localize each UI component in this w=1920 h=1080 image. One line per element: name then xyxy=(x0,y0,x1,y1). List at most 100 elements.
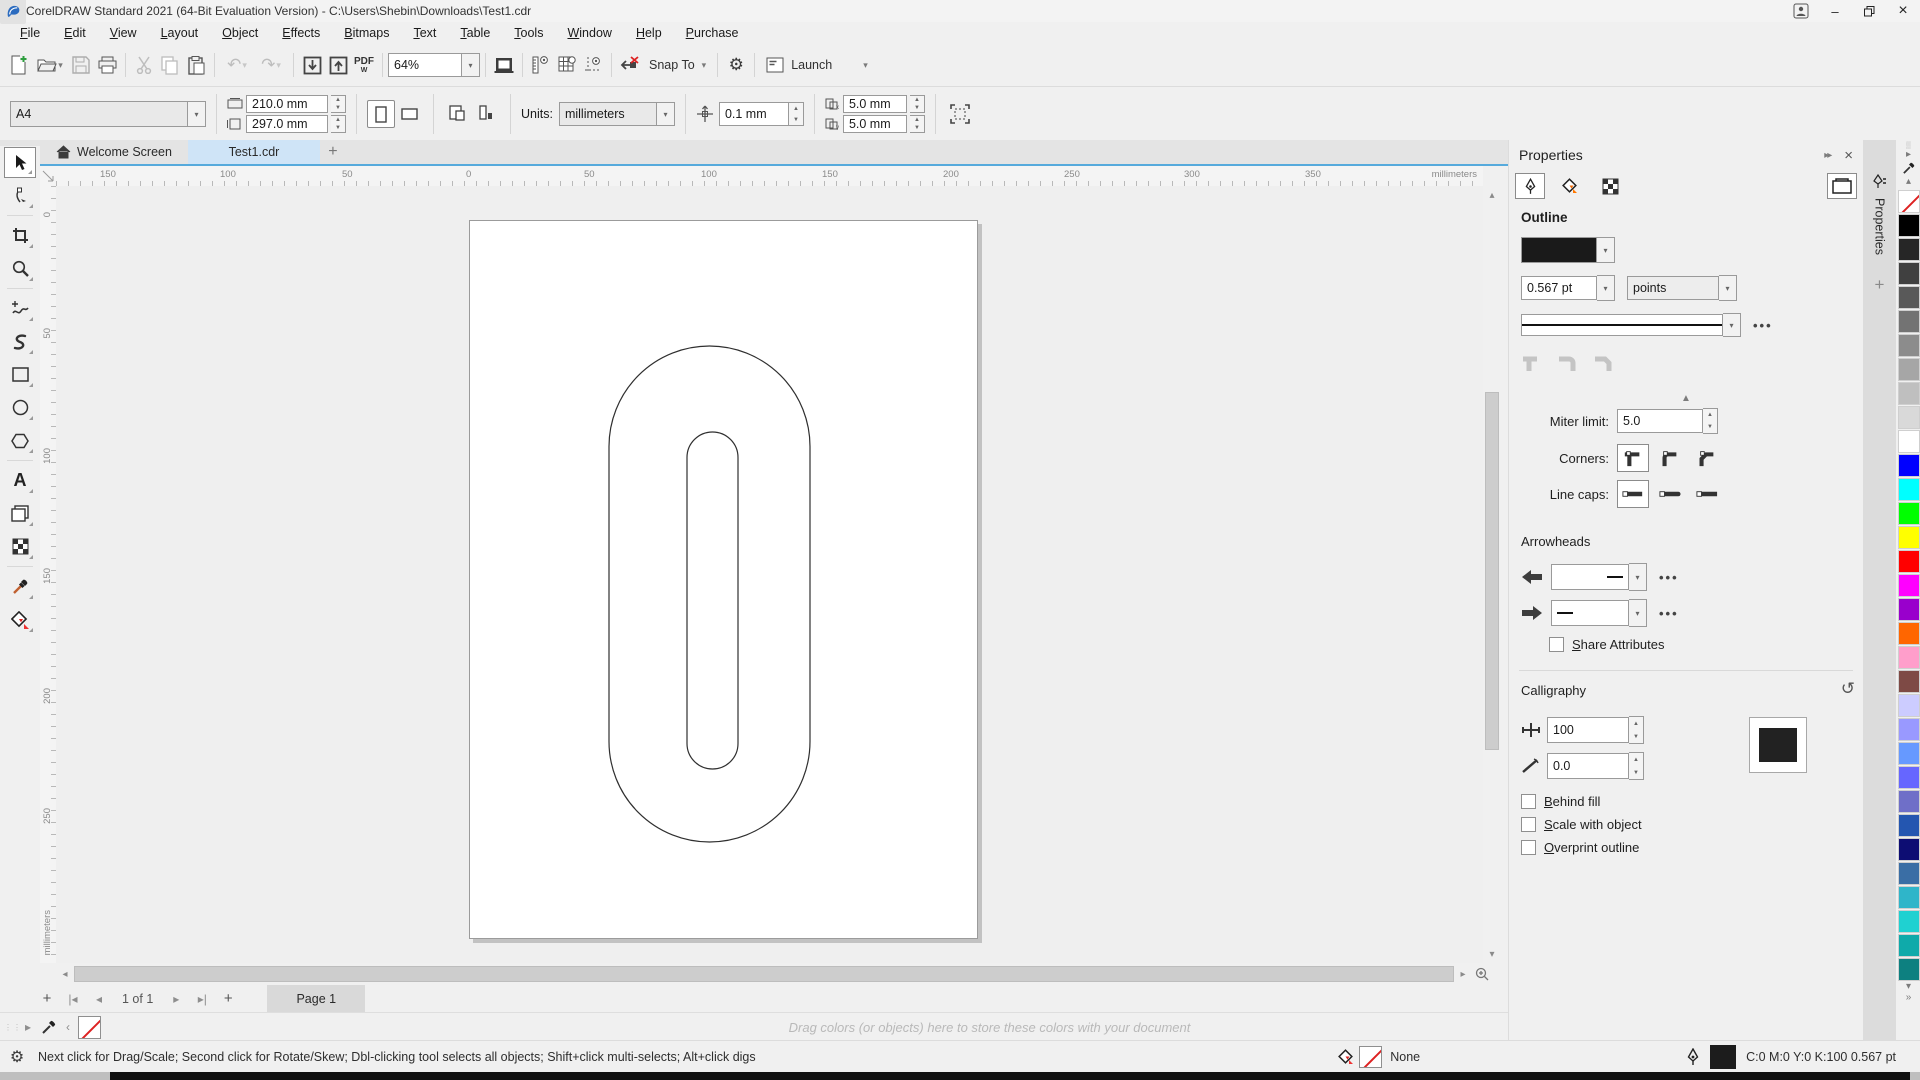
snap-off-icon[interactable] xyxy=(617,52,643,78)
bevel-corner-button[interactable] xyxy=(1691,444,1723,472)
menu-edit[interactable]: Edit xyxy=(52,24,98,42)
page-height-field[interactable]: 297.0 mm xyxy=(246,115,328,133)
minimize-button[interactable]: – xyxy=(1818,0,1852,22)
menu-view[interactable]: View xyxy=(98,24,149,42)
palette-scroll-left-icon[interactable]: ‹ xyxy=(60,1015,76,1039)
ruler-origin-box[interactable] xyxy=(40,166,56,186)
new-document-tab-button[interactable]: + xyxy=(320,140,346,164)
portrait-button[interactable] xyxy=(367,100,395,128)
share-attributes-checkbox[interactable] xyxy=(1549,637,1564,652)
duplicate-y-spinner[interactable]: ▲ ▼ xyxy=(909,115,925,133)
save-button[interactable] xyxy=(68,52,94,78)
palette-swatch[interactable] xyxy=(1897,214,1920,237)
zoom-level-combo[interactable]: 64% ▾ xyxy=(388,53,480,77)
transparency-tool-icon[interactable] xyxy=(4,531,36,562)
menu-help[interactable]: Help xyxy=(624,24,674,42)
fullscreen-preview-button[interactable] xyxy=(491,52,517,78)
duplicate-x-spinner[interactable]: ▲ ▼ xyxy=(909,95,925,113)
palette-swatch[interactable] xyxy=(1897,910,1920,933)
palette-swatch[interactable] xyxy=(1897,430,1920,453)
end-arrowhead-settings-icon[interactable]: ••• xyxy=(1659,606,1679,621)
rectangle-tool-icon[interactable] xyxy=(4,359,36,390)
palette-swatch[interactable] xyxy=(1897,310,1920,333)
miter-corner-button[interactable] xyxy=(1617,444,1649,472)
outline-pen-icon[interactable] xyxy=(1680,1044,1706,1070)
palette-swatch[interactable] xyxy=(1897,934,1920,957)
palette-swatch[interactable] xyxy=(1897,598,1920,621)
palette-swatch[interactable] xyxy=(1897,886,1920,909)
pick-tool-icon[interactable] xyxy=(4,147,36,178)
horizontal-ruler[interactable]: 150 100 50 0 50 100 150 200 250 300 350 … xyxy=(56,166,1483,186)
palette-swatch[interactable] xyxy=(1897,622,1920,645)
palette-swatch[interactable] xyxy=(1897,694,1920,717)
import-button[interactable] xyxy=(299,52,325,78)
export-button[interactable] xyxy=(325,52,351,78)
color-eyedropper-tool-icon[interactable] xyxy=(4,571,36,602)
stretch-field[interactable]: 100 ▲ ▼ xyxy=(1547,716,1644,744)
palette-swatch[interactable] xyxy=(1897,502,1920,525)
units-combo[interactable]: millimeters ▾ xyxy=(558,102,675,126)
next-page-icon[interactable]: ▸ xyxy=(163,987,189,1011)
launch-dropdown[interactable]: Launch ▾ xyxy=(760,57,874,73)
palette-expand-icon[interactable]: » xyxy=(1906,992,1912,1003)
miter-limit-field[interactable]: 5.0 ▲ ▼ xyxy=(1617,408,1718,434)
page-1-tab[interactable]: Page 1 xyxy=(267,985,366,1012)
restore-button[interactable] xyxy=(1852,0,1886,22)
menu-text[interactable]: Text xyxy=(401,24,448,42)
palette-swatch[interactable] xyxy=(1897,358,1920,381)
start-arrowhead-combo[interactable]: ▾ xyxy=(1551,563,1647,591)
last-page-icon[interactable]: ▸| xyxy=(189,987,215,1011)
palette-scroll-down-icon[interactable]: ▾ xyxy=(1906,981,1911,992)
round-corner-button[interactable] xyxy=(1654,444,1686,472)
show-guidelines-button[interactable] xyxy=(580,52,606,78)
fill-indicator-icon[interactable] xyxy=(1333,1044,1359,1070)
scale-with-object-checkbox[interactable] xyxy=(1521,817,1536,832)
docker-properties-tab[interactable]: Properties xyxy=(1873,198,1887,255)
redo-button[interactable]: ↷ ▾ xyxy=(254,52,288,78)
options-gear-button[interactable]: ⚙ xyxy=(723,52,749,78)
freehand-tool-icon[interactable] xyxy=(4,293,36,324)
ellipse-tool-icon[interactable] xyxy=(4,392,36,423)
menu-table[interactable]: Table xyxy=(448,24,502,42)
palette-eyedropper-icon[interactable] xyxy=(38,1016,60,1038)
transparency-tab-icon[interactable] xyxy=(1595,173,1625,199)
canvas-area[interactable] xyxy=(56,186,1483,963)
outline-tab-icon[interactable] xyxy=(1515,173,1545,199)
outline-units-combo[interactable]: points ▾ xyxy=(1627,275,1737,301)
publish-pdf-button[interactable]: PDF W xyxy=(351,52,377,78)
crop-tool-icon[interactable] xyxy=(4,220,36,251)
palette-swatch[interactable] xyxy=(1897,454,1920,477)
docker-outline-icon[interactable] xyxy=(1872,174,1887,192)
palette-grip[interactable]: ▒ xyxy=(1906,142,1911,149)
palette-swatch[interactable] xyxy=(1897,574,1920,597)
vertical-ruler[interactable]: 0 50 100 150 200 250 millimeters xyxy=(40,186,56,963)
page-width-spinner[interactable]: ▲ ▼ xyxy=(331,95,346,113)
treat-as-filled-button[interactable] xyxy=(946,100,974,128)
zoom-tool-icon[interactable] xyxy=(4,253,36,284)
signin-avatar-icon[interactable] xyxy=(1784,0,1818,22)
palette-scroll-up-icon[interactable]: ▴ xyxy=(1906,176,1911,187)
tab-test1-cdr[interactable]: Test1.cdr xyxy=(187,140,320,164)
palette-swatch[interactable] xyxy=(1897,958,1920,981)
palette-swatch[interactable] xyxy=(1897,526,1920,549)
palette-swatch[interactable] xyxy=(1897,550,1920,573)
status-gear-icon[interactable]: ⚙ xyxy=(4,1044,30,1070)
page-width-field[interactable]: 210.0 mm xyxy=(246,95,328,113)
landscape-button[interactable] xyxy=(395,100,423,128)
paste-button[interactable] xyxy=(183,52,209,78)
add-page-button-2[interactable]: + xyxy=(215,987,241,1011)
menu-purchase[interactable]: Purchase xyxy=(674,24,751,42)
menu-tools[interactable]: Tools xyxy=(502,24,555,42)
palette-flyout-arrow-icon[interactable]: ▸ xyxy=(1906,149,1911,160)
shape-tool-icon[interactable] xyxy=(4,180,36,211)
palette-swatch[interactable] xyxy=(1897,646,1920,669)
overprint-outline-checkbox[interactable] xyxy=(1521,840,1536,855)
palette-flyout-icon[interactable]: ▸ xyxy=(18,1015,38,1039)
add-docker-icon[interactable]: + xyxy=(1875,275,1885,295)
tab-welcome-screen[interactable]: Welcome Screen xyxy=(40,140,188,164)
document-page[interactable] xyxy=(469,220,978,939)
palette-swatch-none[interactable] xyxy=(1897,190,1920,213)
drop-shadow-tool-icon[interactable] xyxy=(4,498,36,529)
page-size-combo[interactable]: A4 ▾ xyxy=(10,101,206,127)
previous-page-icon[interactable]: ◂ xyxy=(86,987,112,1011)
